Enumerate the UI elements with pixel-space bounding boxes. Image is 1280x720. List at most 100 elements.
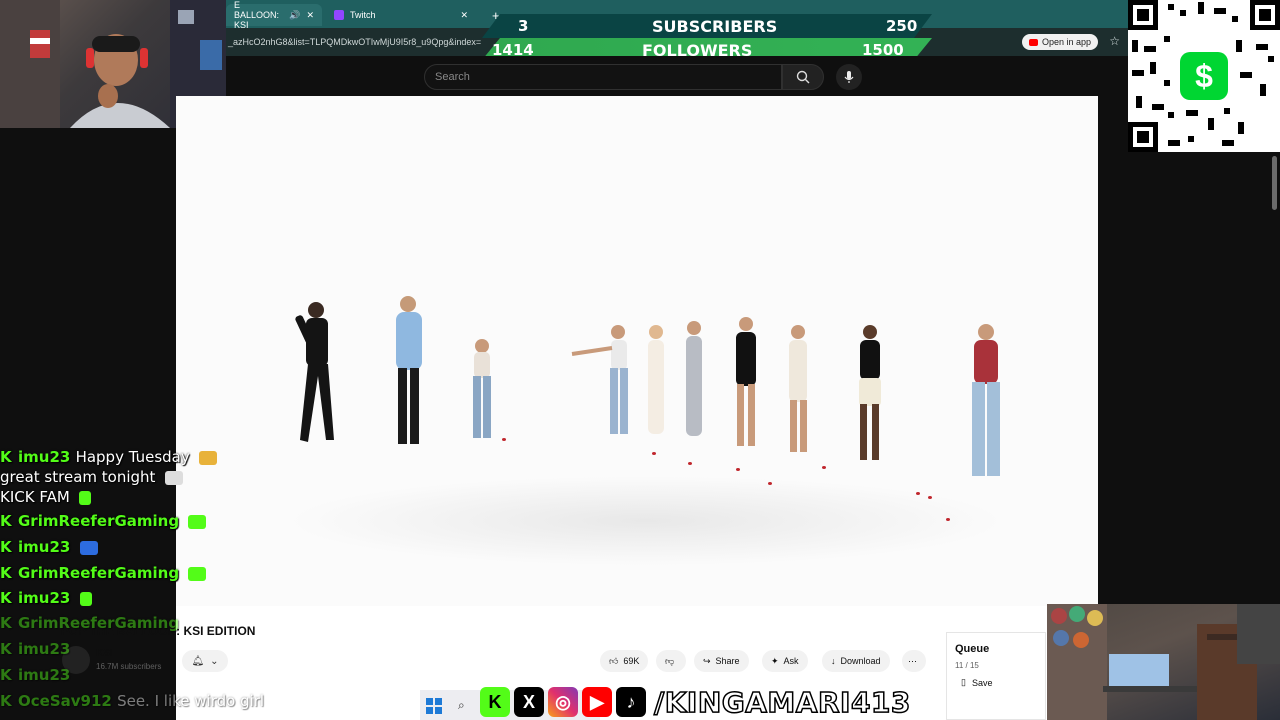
kick-icon: K (0, 640, 12, 658)
search-icon (796, 70, 810, 84)
streamer-handle: /KINGAMARI413 (653, 685, 911, 720)
chat-username: GrimReeferGaming (18, 614, 180, 632)
browser-tab-twitch[interactable]: Twitch ✕ (326, 4, 476, 26)
search-input[interactable]: Search (424, 64, 782, 90)
queue-panel[interactable]: Queue 11 / 15 ▯ Save (946, 632, 1046, 720)
voice-search-button[interactable] (836, 64, 862, 90)
kick-logo-icon: K (480, 687, 510, 717)
queue-count: 11 / 15 (955, 661, 979, 670)
ask-button[interactable]: ✦ Ask (762, 650, 808, 672)
download-icon: ↓ (831, 656, 836, 666)
kick-icon: K (0, 666, 12, 684)
chat-username: imu23 (18, 448, 71, 466)
subscriber-count: 3 (518, 17, 529, 35)
like-button[interactable]: 👍︎ 69K (600, 650, 649, 672)
tab-title: E BALLOON: KSI (234, 0, 280, 30)
goal-banner: 3 SUBSCRIBERS 250 1414 FOLLOWERS 1500 (482, 12, 932, 60)
subscriber-goal: 250 (886, 17, 918, 35)
chat-message: great stream tonight (0, 468, 183, 486)
emote-icon (188, 514, 207, 529)
emote-icon (79, 540, 98, 555)
search-placeholder: Search (435, 71, 470, 83)
dislike-button[interactable]: 👎︎ (656, 650, 686, 672)
balloon-fragment (502, 438, 506, 441)
queue-save-button[interactable]: ▯ Save (961, 677, 992, 688)
microphone-icon (844, 71, 854, 83)
open-in-app-label: Open in app (1041, 37, 1091, 47)
more-actions-button[interactable]: ⋯ (902, 650, 926, 672)
youtube-icon (1028, 38, 1038, 46)
emote-icon (164, 470, 183, 485)
room-webcam (1047, 604, 1280, 720)
ask-label: Ask (783, 656, 799, 666)
chat-message: K GrimReeferGaming (0, 512, 207, 530)
chat-username: imu23 (18, 589, 71, 607)
more-icon: ⋯ (908, 655, 917, 666)
tab-title: Twitch (350, 10, 376, 20)
kick-icon: K (0, 589, 12, 607)
tiktok-logo-icon: ♪ (616, 687, 646, 717)
balloon-fragment (916, 492, 920, 495)
instagram-logo-icon: ◎ (548, 687, 578, 717)
download-button[interactable]: ↓ Download (822, 650, 890, 672)
cashapp-qr-code: $ (1128, 0, 1280, 152)
youtube-logo-icon: ▶ (582, 687, 612, 717)
chat-text: Happy Tuesday (75, 448, 190, 466)
balloon-fragment (946, 518, 950, 521)
chat-message: Kimu23 (0, 589, 92, 607)
open-in-app-button[interactable]: Open in app (1021, 34, 1098, 50)
kick-icon: K (0, 564, 12, 582)
chat-message: Kimu23 Happy Tuesday (0, 448, 217, 466)
share-button[interactable]: ↪ Share (694, 650, 749, 672)
bookmark-icon: ▯ (961, 677, 966, 687)
share-icon: ↪ (703, 655, 711, 666)
chat-username: imu23 (18, 666, 71, 684)
right-panel-background (1098, 152, 1280, 604)
x-logo-icon: X (514, 687, 544, 717)
balloon-fragment (822, 466, 826, 469)
youtube-header: Search (226, 56, 1128, 96)
url-text[interactable]: _azHcO2nhG8&list=TLPQMDkwOTIwMjU9I5r8_u9… (228, 37, 481, 47)
taskbar-search-icon[interactable]: ⌕ (458, 698, 465, 713)
kick-chat-overlay: Kimu23 Happy Tuesday great stream tonigh… (0, 446, 264, 720)
twitch-icon (334, 10, 344, 20)
chat-message: K GrimReeferGaming (0, 564, 207, 582)
chat-username: imu23 (18, 538, 71, 556)
thumbs-down-icon: 👎︎ (665, 655, 675, 666)
thumbs-up-icon: 👍︎ (609, 655, 619, 666)
chat-text: KICK FAM (0, 488, 70, 506)
chat-username: OceSav912 (18, 692, 112, 710)
queue-title: Queue (955, 643, 990, 655)
close-tab-icon[interactable]: ✕ (306, 10, 314, 21)
kick-icon: K (0, 512, 12, 530)
chat-message: KICK FAM (0, 488, 92, 506)
balloon-fragment (928, 496, 932, 499)
chat-message: K OceSav912 See. I like wirdo girl (0, 692, 264, 710)
chat-username: GrimReeferGaming (18, 564, 180, 582)
kick-emote-icon (79, 490, 92, 505)
speaker-icon[interactable]: 🔊 (289, 10, 300, 21)
studio-floor-shadow (286, 476, 1006, 566)
chat-text: great stream tonight (0, 468, 156, 486)
close-tab-icon[interactable]: ✕ (460, 10, 468, 21)
kick-icon: K (0, 692, 12, 710)
download-label: Download (840, 656, 881, 666)
windows-start-icon[interactable] (426, 698, 442, 714)
video-player[interactable] (176, 96, 1098, 606)
browser-tab-youtube[interactable]: E BALLOON: KSI 🔊 ✕ (226, 0, 322, 30)
chat-username: GrimReeferGaming (18, 512, 180, 530)
kick-icon: K (0, 614, 12, 632)
share-label: Share (715, 656, 740, 666)
page-scrollbar[interactable] (1272, 156, 1277, 210)
kick-emote-icon (79, 591, 92, 606)
balloon-fragment (736, 468, 740, 471)
emote-icon (198, 450, 217, 465)
chat-message: K GrimReeferGaming (0, 614, 179, 632)
bookmark-star-icon[interactable]: ☆ (1109, 34, 1120, 48)
search-button[interactable] (782, 64, 824, 90)
balloon-fragment (768, 482, 772, 485)
cashapp-icon: $ (1180, 52, 1228, 100)
balloon-fragment (652, 452, 656, 455)
subscriber-label: SUBSCRIBERS (652, 17, 778, 36)
emote-icon (188, 566, 207, 581)
